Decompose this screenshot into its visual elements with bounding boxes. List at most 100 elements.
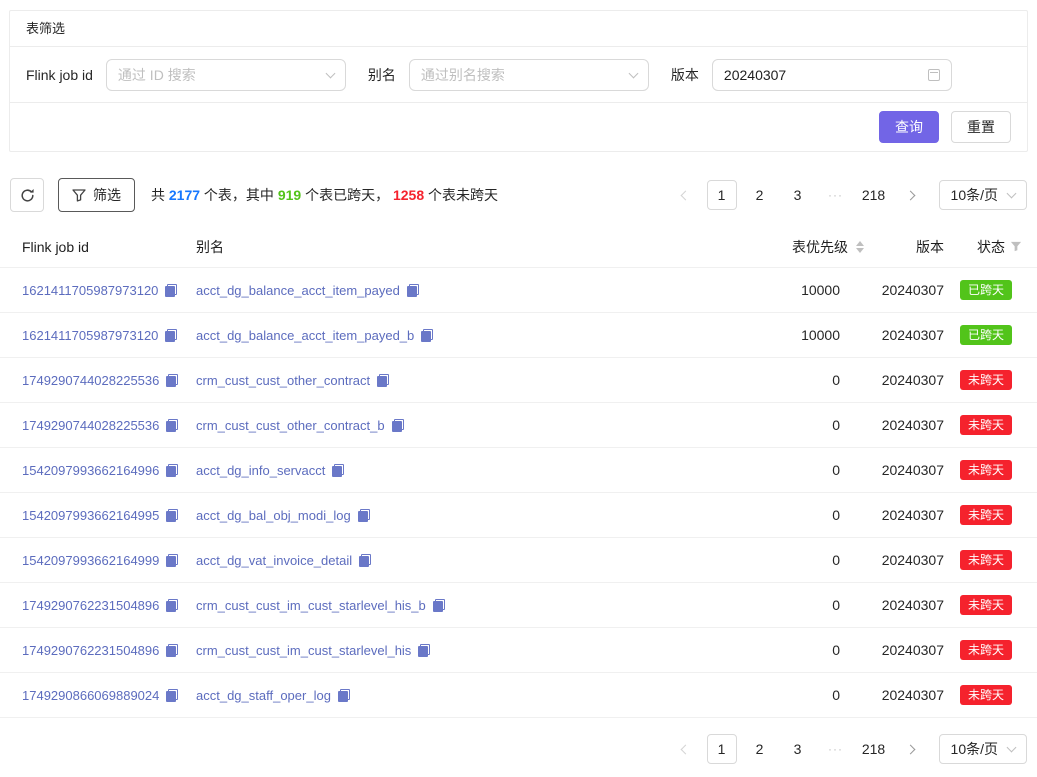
filter-button[interactable]: 筛选 xyxy=(58,178,135,212)
job-id-link[interactable]: 1542097993662164996 xyxy=(22,463,159,478)
alias-cell: crm_cust_cust_other_contract_b xyxy=(196,417,724,433)
status-cell: 已跨天 xyxy=(944,325,1037,345)
copy-icon[interactable] xyxy=(358,509,370,522)
status-badge: 已跨天 xyxy=(960,325,1012,345)
page-button-2[interactable]: 2 xyxy=(745,180,775,210)
chevron-left-icon xyxy=(680,744,690,754)
alias-cell: crm_cust_cust_im_cust_starlevel_his_b xyxy=(196,597,724,613)
copy-icon[interactable] xyxy=(165,284,177,297)
page-button-last[interactable]: 218 xyxy=(859,180,889,210)
copy-icon[interactable] xyxy=(166,689,178,702)
page-size-value: 10条/页 xyxy=(951,185,998,205)
table-row: 1749290762231504896 crm_cust_cust_im_cus… xyxy=(0,628,1037,673)
page-button-1[interactable]: 1 xyxy=(707,734,737,764)
job-id-cell: 1749290744028225536 xyxy=(0,372,196,388)
copy-icon[interactable] xyxy=(392,419,404,432)
page-button-1[interactable]: 1 xyxy=(707,180,737,210)
copy-icon[interactable] xyxy=(166,419,178,432)
page-size-select[interactable]: 10条/页 xyxy=(939,734,1027,764)
reset-button[interactable]: 重置 xyxy=(951,111,1011,143)
job-id-cell: 1749290744028225536 xyxy=(0,417,196,433)
job-id-link[interactable]: 1749290866069889024 xyxy=(22,688,159,703)
job-id-link[interactable]: 1621411705987973120 xyxy=(22,328,158,343)
job-id-link[interactable]: 1542097993662164999 xyxy=(22,553,159,568)
job-id-link[interactable]: 1749290744028225536 xyxy=(22,418,159,433)
next-page-button[interactable] xyxy=(897,180,927,210)
copy-icon[interactable] xyxy=(359,554,371,567)
filter-button-label: 筛选 xyxy=(93,185,121,205)
job-id-link[interactable]: 1542097993662164995 xyxy=(22,508,159,523)
job-id-link[interactable]: 1749290762231504896 xyxy=(22,598,159,613)
job-id-link[interactable]: 1749290744028225536 xyxy=(22,373,159,388)
alias-link[interactable]: crm_cust_cust_im_cust_starlevel_his_b xyxy=(196,598,426,613)
copy-icon[interactable] xyxy=(166,554,178,567)
copy-icon[interactable] xyxy=(166,599,178,612)
priority-cell: 0 xyxy=(724,687,864,703)
version-cell: 20240307 xyxy=(864,417,944,433)
alias-select[interactable]: 通过别名搜索 xyxy=(409,59,649,91)
status-badge: 未跨天 xyxy=(960,550,1012,570)
alias-cell: acct_dg_balance_acct_item_payed xyxy=(196,282,724,298)
copy-icon[interactable] xyxy=(165,329,177,342)
version-date-input[interactable]: 20240307 xyxy=(712,59,952,91)
alias-cell: acct_dg_vat_invoice_detail xyxy=(196,552,724,568)
column-filter-icon[interactable] xyxy=(1010,241,1022,252)
alias-link[interactable]: crm_cust_cust_other_contract_b xyxy=(196,418,385,433)
table-summary: 共 2177 个表，其中 919 个表已跨天， 1258 个表未跨天 xyxy=(151,185,498,205)
copy-icon[interactable] xyxy=(418,644,430,657)
table-row: 1749290744028225536 crm_cust_cust_other_… xyxy=(0,358,1037,403)
page-button-3[interactable]: 3 xyxy=(783,734,813,764)
alias-link[interactable]: acct_dg_bal_obj_modi_log xyxy=(196,508,351,523)
alias-link[interactable]: crm_cust_cust_other_contract xyxy=(196,373,370,388)
alias-cell: crm_cust_cust_other_contract xyxy=(196,372,724,388)
filter-panel-title: 表筛选 xyxy=(10,11,1027,47)
copy-icon[interactable] xyxy=(338,689,350,702)
alias-link[interactable]: acct_dg_info_servacct xyxy=(196,463,325,478)
header-status-label: 状态 xyxy=(977,237,1005,257)
status-badge: 未跨天 xyxy=(960,595,1012,615)
job-id-link[interactable]: 1749290762231504896 xyxy=(22,643,159,658)
status-cell: 未跨天 xyxy=(944,370,1037,390)
prev-page-button[interactable] xyxy=(669,180,699,210)
page-ellipsis[interactable]: ··· xyxy=(821,180,851,210)
refresh-button[interactable] xyxy=(10,178,44,212)
sort-icon[interactable] xyxy=(856,241,864,253)
alias-link[interactable]: crm_cust_cust_im_cust_starlevel_his xyxy=(196,643,411,658)
copy-icon[interactable] xyxy=(166,509,178,522)
prev-page-button[interactable] xyxy=(669,734,699,764)
job-id-link[interactable]: 1621411705987973120 xyxy=(22,283,158,298)
next-page-button[interactable] xyxy=(897,734,927,764)
page-size-select[interactable]: 10条/页 xyxy=(939,180,1027,210)
priority-cell: 0 xyxy=(724,507,864,523)
copy-icon[interactable] xyxy=(166,464,178,477)
header-alias: 别名 xyxy=(196,237,724,257)
chevron-left-icon xyxy=(680,190,690,200)
header-priority[interactable]: 表优先级 xyxy=(724,237,864,257)
copy-icon[interactable] xyxy=(166,374,178,387)
copy-icon[interactable] xyxy=(433,599,445,612)
job-id-cell: 1621411705987973120 xyxy=(0,282,196,298)
alias-link[interactable]: acct_dg_vat_invoice_detail xyxy=(196,553,352,568)
pagination-bottom: 1 2 3 ··· 218 10条/页 xyxy=(669,734,1027,764)
priority-cell: 0 xyxy=(724,597,864,613)
copy-icon[interactable] xyxy=(407,284,419,297)
alias-cell: acct_dg_bal_obj_modi_log xyxy=(196,507,724,523)
page-button-last[interactable]: 218 xyxy=(859,734,889,764)
job-id-select[interactable]: 通过 ID 搜索 xyxy=(106,59,346,91)
version-cell: 20240307 xyxy=(864,282,944,298)
page-button-3[interactable]: 3 xyxy=(783,180,813,210)
copy-icon[interactable] xyxy=(332,464,344,477)
job-id-cell: 1542097993662164995 xyxy=(0,507,196,523)
version-value: 20240307 xyxy=(724,67,786,83)
copy-icon[interactable] xyxy=(166,644,178,657)
copy-icon[interactable] xyxy=(421,329,433,342)
alias-link[interactable]: acct_dg_staff_oper_log xyxy=(196,688,331,703)
page-button-2[interactable]: 2 xyxy=(745,734,775,764)
copy-icon[interactable] xyxy=(377,374,389,387)
alias-link[interactable]: acct_dg_balance_acct_item_payed xyxy=(196,283,400,298)
query-button[interactable]: 查询 xyxy=(879,111,939,143)
page-ellipsis[interactable]: ··· xyxy=(821,734,851,764)
alias-link[interactable]: acct_dg_balance_acct_item_payed_b xyxy=(196,328,414,343)
priority-cell: 0 xyxy=(724,552,864,568)
pagination-bottom-wrap: 1 2 3 ··· 218 10条/页 xyxy=(0,734,1027,764)
